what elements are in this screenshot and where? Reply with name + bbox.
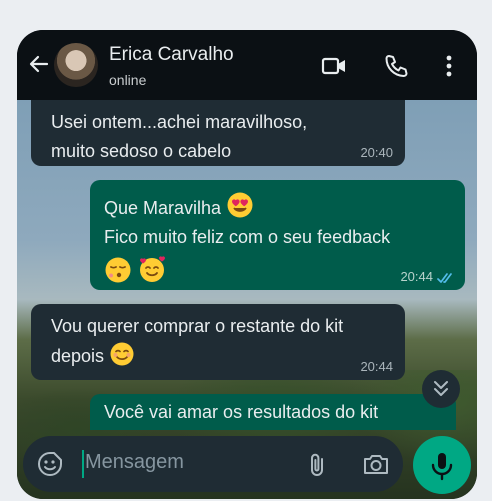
video-call-icon[interactable]: [320, 52, 348, 80]
scroll-down-button[interactable]: [422, 370, 460, 408]
message-text: depois: [51, 346, 105, 366]
contact-avatar[interactable]: [54, 43, 98, 87]
message-text: Usei ontem...achei maravilhoso,: [51, 112, 308, 132]
text-caret: [82, 450, 84, 478]
mic-icon: [431, 453, 453, 481]
kissing-closed-eyes-emoji-icon: [105, 257, 131, 283]
message-text: Que Maravilha: [104, 198, 222, 218]
scroll-down-icon: [434, 381, 448, 396]
message-composer[interactable]: Mensagem: [23, 436, 403, 492]
message-time: 20:44: [360, 359, 393, 374]
contact-name[interactable]: Erica Carvalho: [109, 44, 234, 66]
message-time: 20:44: [400, 269, 433, 284]
back-arrow-icon[interactable]: [27, 52, 51, 76]
sticker-icon[interactable]: [37, 451, 63, 477]
message-text: Vou querer comprar o restante do kit: [51, 316, 344, 336]
camera-icon[interactable]: [362, 451, 390, 477]
phone-call-icon[interactable]: [382, 52, 410, 80]
voice-message-button[interactable]: [413, 436, 471, 494]
read-receipt-icon: [437, 273, 452, 283]
chat-screen: Erica Carvalho online Usei ontem...achei…: [17, 30, 477, 499]
smiling-face-emoji-icon: [110, 342, 134, 366]
outgoing-message[interactable]: Que Maravilha Fico muito feliz com o seu…: [90, 180, 465, 290]
chat-header: Erica Carvalho online: [17, 30, 477, 100]
contact-status: online: [109, 72, 147, 88]
message-line: Que Maravilha: [104, 191, 465, 223]
message-text: muito sedoso o cabelo: [51, 141, 232, 161]
incoming-message[interactable]: Vou querer comprar o restante do kit dep…: [31, 304, 405, 380]
message-text: Você vai amar os resultados do kit: [104, 402, 379, 422]
more-options-icon[interactable]: [435, 52, 463, 80]
smiling-face-with-hearts-emoji-icon: [140, 256, 166, 282]
attach-icon[interactable]: [305, 451, 329, 479]
message-text: Fico muito feliz com o seu feedback: [104, 227, 391, 247]
message-time: 20:40: [360, 145, 393, 160]
incoming-message[interactable]: Usei ontem...achei maravilhoso, muito se…: [31, 100, 405, 166]
message-line: depois: [51, 341, 405, 371]
heart-eyes-emoji-icon: [227, 192, 253, 218]
outgoing-message[interactable]: Você vai amar os resultados do kit: [90, 394, 456, 430]
message-input[interactable]: Mensagem: [85, 451, 184, 474]
